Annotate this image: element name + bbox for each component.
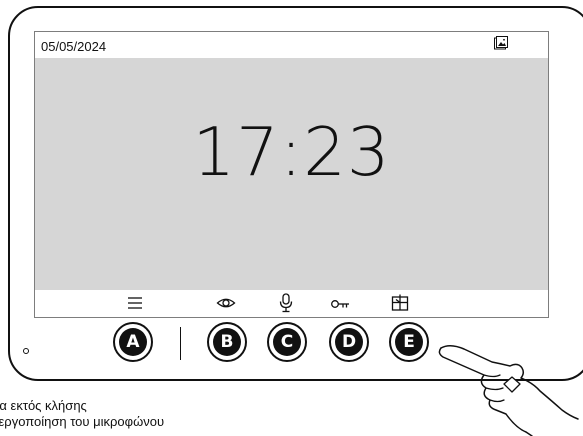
clock-time: 17:23: [192, 113, 391, 191]
button-c-label: C: [273, 328, 301, 356]
door-icon: [391, 294, 409, 311]
function-icon-bar: [35, 290, 548, 317]
button-d-label: D: [335, 328, 363, 356]
caption-line-2: νεργοποίηση του μικροφώνου: [0, 414, 165, 429]
indicator-led: [23, 348, 29, 354]
key-icon: [331, 300, 349, 308]
eye-icon: [216, 298, 236, 308]
microphone-icon: [279, 293, 293, 313]
button-c[interactable]: C: [267, 322, 307, 362]
date-display: 05/05/2024: [41, 39, 107, 54]
button-d[interactable]: D: [329, 322, 369, 362]
button-separator: [180, 327, 181, 360]
clock-display: 17:23: [35, 58, 548, 290]
image-gallery-icon: [494, 36, 508, 50]
caption-line-1: ρα εκτός κλήσης: [0, 398, 87, 413]
button-a-label: A: [119, 328, 147, 356]
pointing-hand-illustration: [438, 345, 579, 436]
button-b[interactable]: B: [207, 322, 247, 362]
button-e[interactable]: E: [389, 322, 429, 362]
menu-icon: [128, 297, 142, 309]
button-e-label: E: [395, 328, 423, 356]
monitor-screen: 05/05/2024 17:23: [34, 31, 549, 318]
button-a[interactable]: A: [113, 322, 153, 362]
status-bar: 05/05/2024: [35, 32, 548, 58]
button-b-label: B: [213, 328, 241, 356]
